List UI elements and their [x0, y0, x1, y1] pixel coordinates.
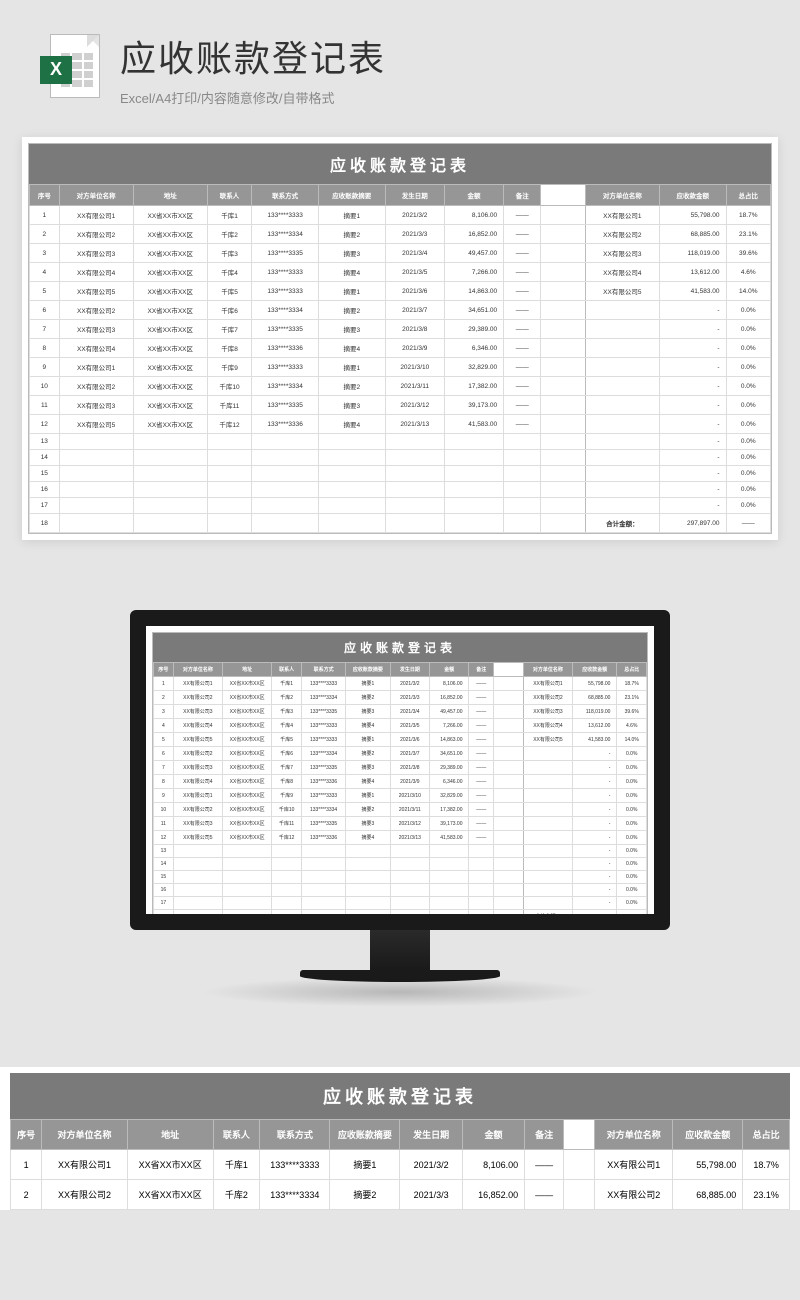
col-header: 金额 [444, 185, 503, 206]
col-header: 联系人 [207, 185, 251, 206]
col-header: 地址 [133, 185, 207, 206]
table-row: 2XX有限公司2XX省XX市XX区千库2133****3334摘要22021/3… [30, 225, 771, 244]
table-row: 6XX有限公司2XX省XX市XX区千库6133****3334摘要22021/3… [30, 301, 771, 320]
table-row: 13-0.0% [30, 434, 771, 450]
col-header: 备注 [525, 1120, 564, 1150]
bottom-closeup: 应收账款登记表 序号对方单位名称地址联系人联系方式应收账款摘要发生日期金额备注对… [0, 1067, 800, 1210]
col-header: 发生日期 [385, 185, 444, 206]
table-row: 5XX有限公司5XX省XX市XX区千库5133****3333摘要12021/3… [154, 733, 647, 747]
table-row: 9XX有限公司1XX省XX市XX区千库9133****3333摘要12021/3… [154, 789, 647, 803]
table-row: 7XX有限公司3XX省XX市XX区千库7133****3335摘要32021/3… [154, 761, 647, 775]
col-header: 应收款金额 [573, 663, 617, 677]
table-row: 4XX有限公司4XX省XX市XX区千库4133****3333摘要42021/3… [154, 719, 647, 733]
col-header: 金额 [430, 663, 469, 677]
table-row: 1XX有限公司1XX省XX市XX区千库1133****3333摘要12021/3… [11, 1150, 790, 1180]
table-row: 11XX有限公司3XX省XX市XX区千库11133****3335摘要32021… [154, 817, 647, 831]
table-row: 9XX有限公司1XX省XX市XX区千库9133****3333摘要12021/3… [30, 358, 771, 377]
col-header: 发生日期 [400, 1120, 462, 1150]
strip-table: 序号对方单位名称地址联系人联系方式应收账款摘要发生日期金额备注对方单位名称应收款… [10, 1119, 790, 1210]
table-row: 4XX有限公司4XX省XX市XX区千库4133****3333摘要42021/3… [30, 263, 771, 282]
table-row: 11XX有限公司3XX省XX市XX区千库11133****3335摘要32021… [30, 396, 771, 415]
table-row: 14-0.0% [30, 450, 771, 466]
table-row: 12XX有限公司5XX省XX市XX区千库12133****3336摘要42021… [154, 831, 647, 845]
table-row: 17-0.0% [30, 498, 771, 514]
x-badge: X [40, 56, 72, 84]
col-header: 序号 [11, 1120, 42, 1150]
monitor-table: 序号对方单位名称地址联系人联系方式应收账款摘要发生日期金额备注对方单位名称应收款… [153, 662, 647, 924]
col-header: 应收账款摘要 [318, 185, 385, 206]
table-row: 7XX有限公司3XX省XX市XX区千库7133****3335摘要32021/3… [30, 320, 771, 339]
col-header: 联系人 [272, 663, 302, 677]
sheet-title: 应收账款登记表 [29, 144, 771, 184]
col-header: 序号 [154, 663, 174, 677]
excel-file-icon: X [40, 34, 100, 104]
monitor-mockup: 应收账款登记表 序号对方单位名称地址联系人联系方式应收账款摘要发生日期金额备注对… [0, 570, 800, 1067]
table-row: 10XX有限公司2XX省XX市XX区千库10133****3334摘要22021… [30, 377, 771, 396]
table-row: 15-0.0% [154, 871, 647, 884]
col-header: 金额 [462, 1120, 524, 1150]
table-row: 16-0.0% [154, 884, 647, 897]
col-header: 对方单位名称 [595, 1120, 673, 1150]
col-header: 地址 [223, 663, 272, 677]
col-header: 联系人 [213, 1120, 260, 1150]
col-header: 总占比 [617, 663, 647, 677]
header-row: 序号对方单位名称地址联系人联系方式应收账款摘要发生日期金额备注对方单位名称应收款… [30, 185, 771, 206]
col-header: 总占比 [743, 1120, 790, 1150]
table-row: 17-0.0% [154, 897, 647, 910]
table-row: 8XX有限公司4XX省XX市XX区千库8133****3336摘要42021/3… [30, 339, 771, 358]
page-header: X 应收账款登记表 Excel/A4打印/内容随意修改/自带格式 [0, 0, 800, 127]
table-row: 6XX有限公司2XX省XX市XX区千库6133****3334摘要22021/3… [154, 747, 647, 761]
footer-row: 18合计金额：297,897.00—— [30, 514, 771, 533]
table-row: 2XX有限公司2XX省XX市XX区千库2133****3334摘要22021/3… [154, 691, 647, 705]
table-row: 14-0.0% [154, 858, 647, 871]
col-header: 对方单位名称 [523, 663, 572, 677]
col-header: 对方单位名称 [173, 663, 222, 677]
col-header: 应收账款摘要 [330, 1120, 400, 1150]
col-header: 对方单位名称 [585, 185, 659, 206]
col-header: 地址 [127, 1120, 213, 1150]
col-header: 联系方式 [260, 1120, 330, 1150]
template-preview: 应收账款登记表 序号对方单位名称地址联系人联系方式应收账款摘要发生日期金额备注对… [22, 137, 778, 540]
monitor-sheet-title: 应收账款登记表 [153, 633, 647, 662]
table-row: 15-0.0% [30, 466, 771, 482]
col-header: 备注 [469, 663, 494, 677]
footer-row: 18合计金额：297,897.00—— [154, 910, 647, 924]
table-row: 3XX有限公司3XX省XX市XX区千库3133****3335摘要32021/3… [154, 705, 647, 719]
page-subtitle: Excel/A4打印/内容随意修改/自带格式 [120, 88, 386, 107]
table-row: 8XX有限公司4XX省XX市XX区千库8133****3336摘要42021/3… [154, 775, 647, 789]
spreadsheet-table: 序号对方单位名称地址联系人联系方式应收账款摘要发生日期金额备注对方单位名称应收款… [29, 184, 771, 533]
strip-title: 应收账款登记表 [10, 1073, 790, 1119]
col-header: 序号 [30, 185, 60, 206]
col-header: 对方单位名称 [42, 1120, 128, 1150]
table-row: 13-0.0% [154, 845, 647, 858]
col-header: 总占比 [726, 185, 770, 206]
col-header: 备注 [504, 185, 541, 206]
table-row: 1XX有限公司1XX省XX市XX区千库1133****3333摘要12021/3… [30, 206, 771, 225]
table-row: 2XX有限公司2XX省XX市XX区千库2133****3334摘要22021/3… [11, 1180, 790, 1210]
col-header: 联系方式 [252, 185, 319, 206]
page-title: 应收账款登记表 [120, 30, 386, 82]
table-row: 3XX有限公司3XX省XX市XX区千库3133****3335摘要32021/3… [30, 244, 771, 263]
col-header: 发生日期 [390, 663, 429, 677]
table-row: 1XX有限公司1XX省XX市XX区千库1133****3333摘要12021/3… [154, 677, 647, 691]
col-header: 应收账款摘要 [346, 663, 390, 677]
col-header: 应收款金额 [659, 185, 726, 206]
col-header: 应收款金额 [673, 1120, 743, 1150]
table-row: 12XX有限公司5XX省XX市XX区千库12133****3336摘要42021… [30, 415, 771, 434]
col-header: 对方单位名称 [59, 185, 133, 206]
col-header: 联系方式 [301, 663, 345, 677]
table-row: 16-0.0% [30, 482, 771, 498]
table-row: 5XX有限公司5XX省XX市XX区千库5133****3333摘要12021/3… [30, 282, 771, 301]
table-row: 10XX有限公司2XX省XX市XX区千库10133****3334摘要22021… [154, 803, 647, 817]
